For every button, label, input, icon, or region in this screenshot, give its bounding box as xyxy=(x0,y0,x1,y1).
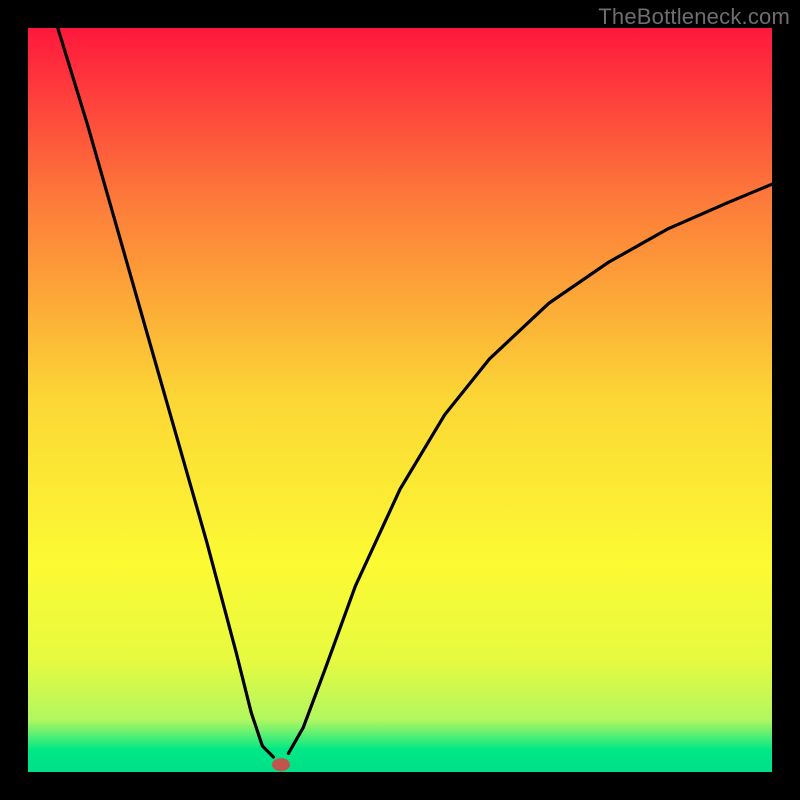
gradient-background xyxy=(28,28,772,772)
chart-svg xyxy=(28,28,772,772)
minimum-marker xyxy=(272,758,290,771)
watermark-text: TheBottleneck.com xyxy=(598,4,790,30)
plot-area xyxy=(28,28,772,772)
chart-frame: TheBottleneck.com xyxy=(0,0,800,800)
